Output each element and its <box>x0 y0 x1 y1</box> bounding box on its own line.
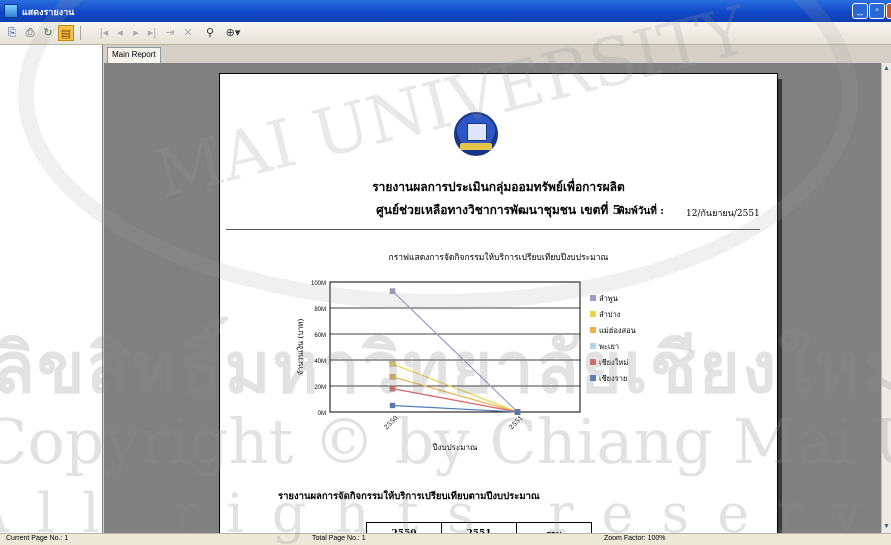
zoom-factor-status: Zoom Factor: 100% <box>604 535 666 542</box>
binoculars-icon[interactable]: ⚲ <box>202 25 218 41</box>
y-tick-label: 100M <box>311 281 326 287</box>
scroll-down-arrow-icon[interactable]: ▼ <box>882 521 891 533</box>
data-point <box>389 402 396 409</box>
total-page-status: Total Page No.: 1 <box>312 535 366 542</box>
logo-band <box>460 143 492 150</box>
close-view-icon[interactable]: ✕ <box>180 25 196 41</box>
legend-label: ลำปาง <box>599 310 621 319</box>
x-tick-label: 2550 <box>382 414 399 431</box>
x-axis-label: ปีงบประมาณ <box>432 443 478 452</box>
toolbar-separator <box>80 26 81 40</box>
page-shadow <box>778 79 782 533</box>
report-page: รายงานผลการประเมินกลุ่มออมทรัพย์เพื่อการ… <box>219 73 778 533</box>
legend-swatch <box>590 311 596 317</box>
legend-swatch <box>590 327 596 333</box>
previous-page-icon[interactable]: ◂ <box>112 25 128 41</box>
data-point <box>389 385 396 392</box>
report-title: รายงานผลการประเมินกลุ่มออมทรัพย์เพื่อการ… <box>372 180 625 194</box>
y-tick-label: 60M <box>314 333 326 339</box>
data-point <box>389 288 396 294</box>
x-tick-label: 2551 <box>507 414 524 431</box>
legend-label: แม่ฮ่องสอน <box>599 326 636 335</box>
group-tree-icon[interactable]: ▤ <box>58 25 74 41</box>
zoom-icon[interactable]: ⊕▾ <box>222 25 244 41</box>
status-bar: Current Page No.: 1 Total Page No.: 1 Zo… <box>0 533 891 545</box>
legend-label: เชียงราย <box>599 374 627 383</box>
table-header-cell: 2551 <box>441 522 517 533</box>
summary-table: 2550 2551 รวม <box>366 522 592 533</box>
app-icon <box>4 4 18 18</box>
print-icon[interactable]: ⎙ <box>22 25 38 41</box>
data-point <box>389 361 396 367</box>
tab-strip: Main Report <box>104 45 891 63</box>
legend-label: เชียงใหม่ <box>599 358 628 367</box>
print-date-label: พิมพ์วันที่ : <box>618 206 664 217</box>
y-axis-label: จำนวนเงิน (บาท) <box>296 319 305 376</box>
close-window-button[interactable]: × <box>886 3 891 19</box>
logo-emblem <box>467 123 487 141</box>
chart-title: กราฟแสดงการจัดกิจกรรมให้บริการเปรียบเทีย… <box>388 253 609 263</box>
goto-page-icon[interactable]: ⇥ <box>162 25 178 41</box>
tab-main-report[interactable]: Main Report <box>107 47 161 63</box>
y-tick-label: 0M <box>318 411 326 417</box>
refresh-icon[interactable]: ↻ <box>40 25 56 41</box>
first-page-icon[interactable]: |◂ <box>96 25 112 41</box>
data-point <box>514 409 521 415</box>
line-chart: 0M 20M 40M 60M 80M 100M 2550 2551 ปีงบประมาณ จำนว… <box>296 281 636 452</box>
maximize-button[interactable]: ▫ <box>869 3 885 19</box>
legend-swatch <box>590 295 596 301</box>
table-header-cell: รวม <box>516 522 592 533</box>
legend-label: พะเยา <box>599 342 619 351</box>
department-logo <box>454 112 498 156</box>
vertical-scrollbar[interactable]: ▲ ▼ <box>881 63 891 533</box>
table-header-row: 2550 2551 รวม <box>366 522 592 533</box>
y-tick-label: 40M <box>314 359 326 365</box>
title-bar: แสดงรายงาน _ ▫ × <box>0 0 891 22</box>
last-page-icon[interactable]: ▸| <box>144 25 160 41</box>
print-date-value: 12/กันยายน/2551 <box>686 209 760 219</box>
scroll-up-arrow-icon[interactable]: ▲ <box>882 63 891 75</box>
export-icon[interactable]: ⎘ <box>4 25 20 41</box>
y-tick-label: 80M <box>314 307 326 313</box>
table-header-cell: 2550 <box>366 522 442 533</box>
data-point <box>389 374 396 380</box>
next-page-icon[interactable]: ▸ <box>128 25 144 41</box>
legend-label: ลำพูน <box>599 294 618 303</box>
header-divider <box>226 229 760 230</box>
minimize-button[interactable]: _ <box>852 3 868 19</box>
toolbar: ⎘ ⎙ ↻ ▤ |◂ ◂ ▸ ▸| ⇥ ✕ ⚲ ⊕▾ <box>0 22 891 45</box>
legend-swatch <box>590 359 596 365</box>
y-tick-label: 20M <box>314 385 326 391</box>
legend-swatch <box>590 343 596 349</box>
group-tree-panel[interactable] <box>0 45 103 533</box>
report-viewer[interactable]: รายงานผลการประเมินกลุ่มออมทรัพย์เพื่อการ… <box>104 63 881 533</box>
current-page-status: Current Page No.: 1 <box>6 535 69 542</box>
table-title: รายงานผลการจัดกิจกรรมให้บริการเปรียบเทีย… <box>278 491 540 502</box>
window-title: แสดงรายงาน <box>22 8 75 18</box>
legend-swatch <box>590 375 596 381</box>
plot-area <box>329 281 581 413</box>
